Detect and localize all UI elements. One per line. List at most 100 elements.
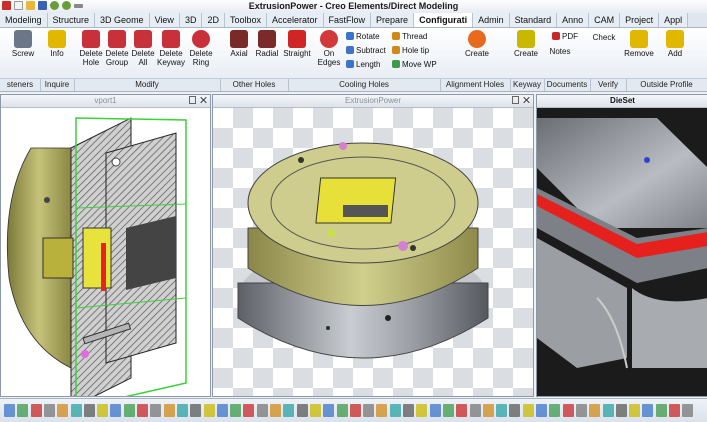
toolbar-tool-icon[interactable] xyxy=(389,404,401,417)
toolbar-tool-icon[interactable] xyxy=(336,404,348,417)
tab-3d[interactable]: 3D xyxy=(179,13,203,27)
toolbar-tool-icon[interactable] xyxy=(482,404,494,417)
add-button[interactable]: Add xyxy=(660,30,690,58)
toolbar-tool-icon[interactable] xyxy=(123,404,135,417)
toolbar-tool-icon[interactable] xyxy=(163,404,175,417)
create-cooling-button[interactable]: Create xyxy=(462,30,492,58)
toolbar-tool-icon[interactable] xyxy=(615,404,627,417)
delete-all-button[interactable]: Delete All xyxy=(128,30,158,67)
toolbar-tool-icon[interactable] xyxy=(416,404,428,417)
toolbar-tool-icon[interactable] xyxy=(176,404,188,417)
toolbar-tool-icon[interactable] xyxy=(323,404,335,417)
toolbar-tool-icon[interactable] xyxy=(296,404,308,417)
toolbar-tool-icon[interactable] xyxy=(509,404,521,417)
toolbar-tool-icon[interactable] xyxy=(216,404,228,417)
check-button[interactable]: Check xyxy=(589,32,619,42)
toolbar-tool-icon[interactable] xyxy=(137,404,148,417)
tab-admin[interactable]: Admin xyxy=(473,13,510,27)
rotate-button[interactable]: Rotate xyxy=(346,32,380,42)
toolbar-tool-icon[interactable] xyxy=(442,404,454,417)
viewport-maximize-icon[interactable] xyxy=(512,96,519,104)
tab-project[interactable]: Project xyxy=(620,13,660,27)
tab-view[interactable]: View xyxy=(149,13,180,27)
tab-configurati[interactable]: Configurati xyxy=(414,13,474,27)
tab-structure[interactable]: Structure xyxy=(47,13,96,27)
toolbar-tool-icon[interactable] xyxy=(270,404,281,417)
viewport-maximize-icon[interactable] xyxy=(189,96,196,104)
axial-button[interactable]: Axial xyxy=(224,30,254,58)
toolbar-tool-icon[interactable] xyxy=(83,404,95,417)
viewport-3d-die[interactable]: ExtrusionPower xyxy=(212,94,534,397)
tab-accelerator[interactable]: Accelerator xyxy=(267,13,324,27)
tab-prepare[interactable]: Prepare xyxy=(371,13,415,27)
toolbar-tool-icon[interactable] xyxy=(456,404,468,417)
subtract-button[interactable]: Subtract xyxy=(346,46,386,56)
viewport-dieset[interactable]: DieSet xyxy=(536,94,707,397)
toolbar-tool-icon[interactable] xyxy=(575,404,587,417)
tab-toolbox[interactable]: Toolbox xyxy=(224,13,267,27)
tab-fastflow[interactable]: FastFlow xyxy=(323,13,372,27)
tab-anno[interactable]: Anno xyxy=(557,13,590,27)
toolbar-tool-icon[interactable] xyxy=(469,404,481,417)
move-wp-button[interactable]: Move WP xyxy=(392,60,437,70)
toolbar-tool-icon[interactable] xyxy=(203,404,215,417)
toolbar-tool-icon[interactable] xyxy=(256,404,268,417)
toolbar-tool-icon[interactable] xyxy=(190,404,202,417)
length-button[interactable]: Length xyxy=(346,60,380,70)
toolbar-tool-icon[interactable] xyxy=(57,404,69,417)
toolbar-tool-icon[interactable] xyxy=(629,404,641,417)
notes-button[interactable]: Notes xyxy=(545,46,575,56)
toolbar-tool-icon[interactable] xyxy=(70,404,82,417)
viewport-close-icon[interactable] xyxy=(200,96,207,104)
viewport-section[interactable]: vport1 xyxy=(0,94,211,397)
tab-2d[interactable]: 2D xyxy=(202,13,225,27)
delete-ring-button[interactable]: Delete Ring xyxy=(186,30,216,67)
tab-cam[interactable]: CAM xyxy=(589,13,621,27)
toolbar-tool-icon[interactable] xyxy=(4,404,15,417)
pdf-button[interactable]: PDF xyxy=(552,32,578,42)
on-edges-button[interactable]: On Edges xyxy=(314,30,344,67)
toolbar-tool-icon[interactable] xyxy=(283,404,295,417)
toolbar-tool-icon[interactable] xyxy=(549,404,561,417)
tab-modeling[interactable]: Modeling xyxy=(0,13,48,27)
toolbar-tool-icon[interactable] xyxy=(655,404,667,417)
toolbar-tool-icon[interactable] xyxy=(363,404,375,417)
toolbar-tool-icon[interactable] xyxy=(110,404,122,417)
toolbar-tool-icon[interactable] xyxy=(403,404,414,417)
tab-appl[interactable]: Appl xyxy=(659,13,689,27)
toolbar-tool-icon[interactable] xyxy=(97,404,109,417)
toolbar-tool-icon[interactable] xyxy=(243,404,255,417)
toolbar-tool-icon[interactable] xyxy=(602,404,614,417)
straight-button[interactable]: Straight xyxy=(282,30,312,58)
toolbar-tool-icon[interactable] xyxy=(522,404,534,417)
toolbar-tool-icon[interactable] xyxy=(496,404,508,417)
tab-standard[interactable]: Standard xyxy=(509,13,558,27)
thread-button[interactable]: Thread xyxy=(392,32,427,42)
toolbar-tool-icon[interactable] xyxy=(642,404,654,417)
toolbar-tool-icon[interactable] xyxy=(376,404,388,417)
toolbar-tool-icon[interactable] xyxy=(669,404,680,417)
toolbar-tool-icon[interactable] xyxy=(536,404,547,417)
remove-button[interactable]: Remove xyxy=(624,30,654,58)
toolbar-tool-icon[interactable] xyxy=(349,404,361,417)
radial-button[interactable]: Radial xyxy=(252,30,282,58)
create-keyway-button[interactable]: Create xyxy=(511,30,541,58)
toolbar-tool-icon[interactable] xyxy=(230,404,242,417)
viewport-canvas[interactable] xyxy=(1,108,210,396)
toolbar-tool-icon[interactable] xyxy=(429,404,441,417)
toolbar-tool-icon[interactable] xyxy=(17,404,29,417)
toolbar-tool-icon[interactable] xyxy=(562,404,574,417)
toolbar-tool-icon[interactable] xyxy=(30,404,42,417)
toolbar-tool-icon[interactable] xyxy=(589,404,601,417)
viewport-canvas[interactable] xyxy=(213,108,533,396)
toolbar-tool-icon[interactable] xyxy=(43,404,55,417)
screw-button[interactable]: Screw xyxy=(8,30,38,58)
viewport-close-icon[interactable] xyxy=(523,96,530,104)
toolbar-tool-icon[interactable] xyxy=(150,404,162,417)
tab-3d-geome[interactable]: 3D Geome xyxy=(95,13,150,27)
delete-keyway-button[interactable]: Delete Keyway xyxy=(156,30,186,67)
hole-tip-button[interactable]: Hole tip xyxy=(392,46,429,56)
viewport-canvas[interactable] xyxy=(537,108,707,396)
toolbar-tool-icon[interactable] xyxy=(309,404,321,417)
info-question-button[interactable]: Info xyxy=(42,30,72,58)
